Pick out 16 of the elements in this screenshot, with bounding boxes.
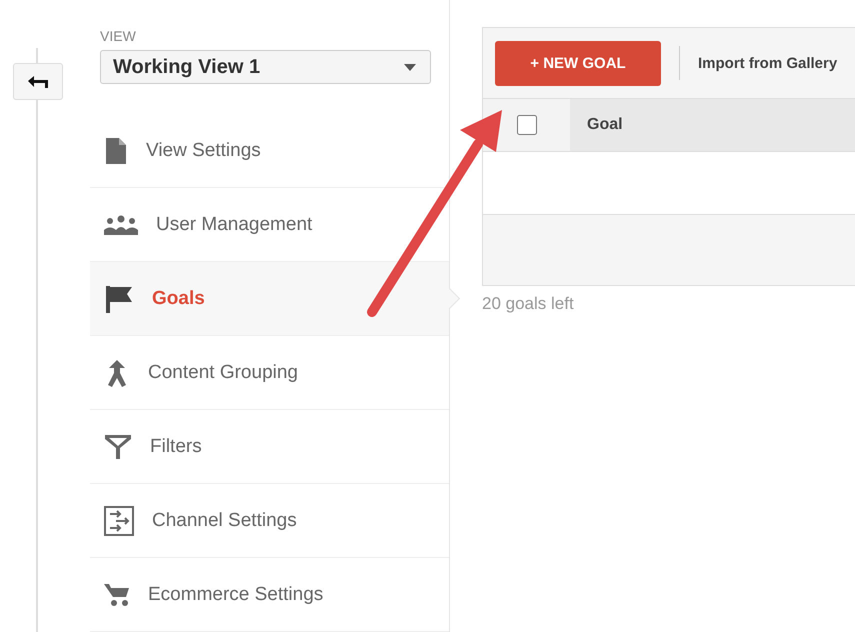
column-header: Goal [570, 99, 855, 151]
goals-left-text: 20 goals left [482, 294, 575, 314]
select-all-checkbox[interactable] [516, 115, 536, 135]
import-link[interactable]: Import from Gallery [698, 54, 838, 72]
view-label: VIEW [100, 28, 137, 44]
new-goal-button[interactable]: + NEW GOAL [495, 40, 661, 86]
channel-settings-icon [104, 506, 134, 536]
users-icon [104, 214, 138, 234]
document-icon [104, 136, 128, 164]
cart-icon [104, 582, 130, 606]
back-arrow-icon [27, 74, 49, 88]
filter-icon [104, 434, 132, 460]
back-button[interactable] [13, 63, 63, 100]
view-dropdown[interactable]: Working View 1 [100, 50, 431, 84]
flag-icon [104, 284, 134, 312]
caret-icon [404, 64, 416, 70]
